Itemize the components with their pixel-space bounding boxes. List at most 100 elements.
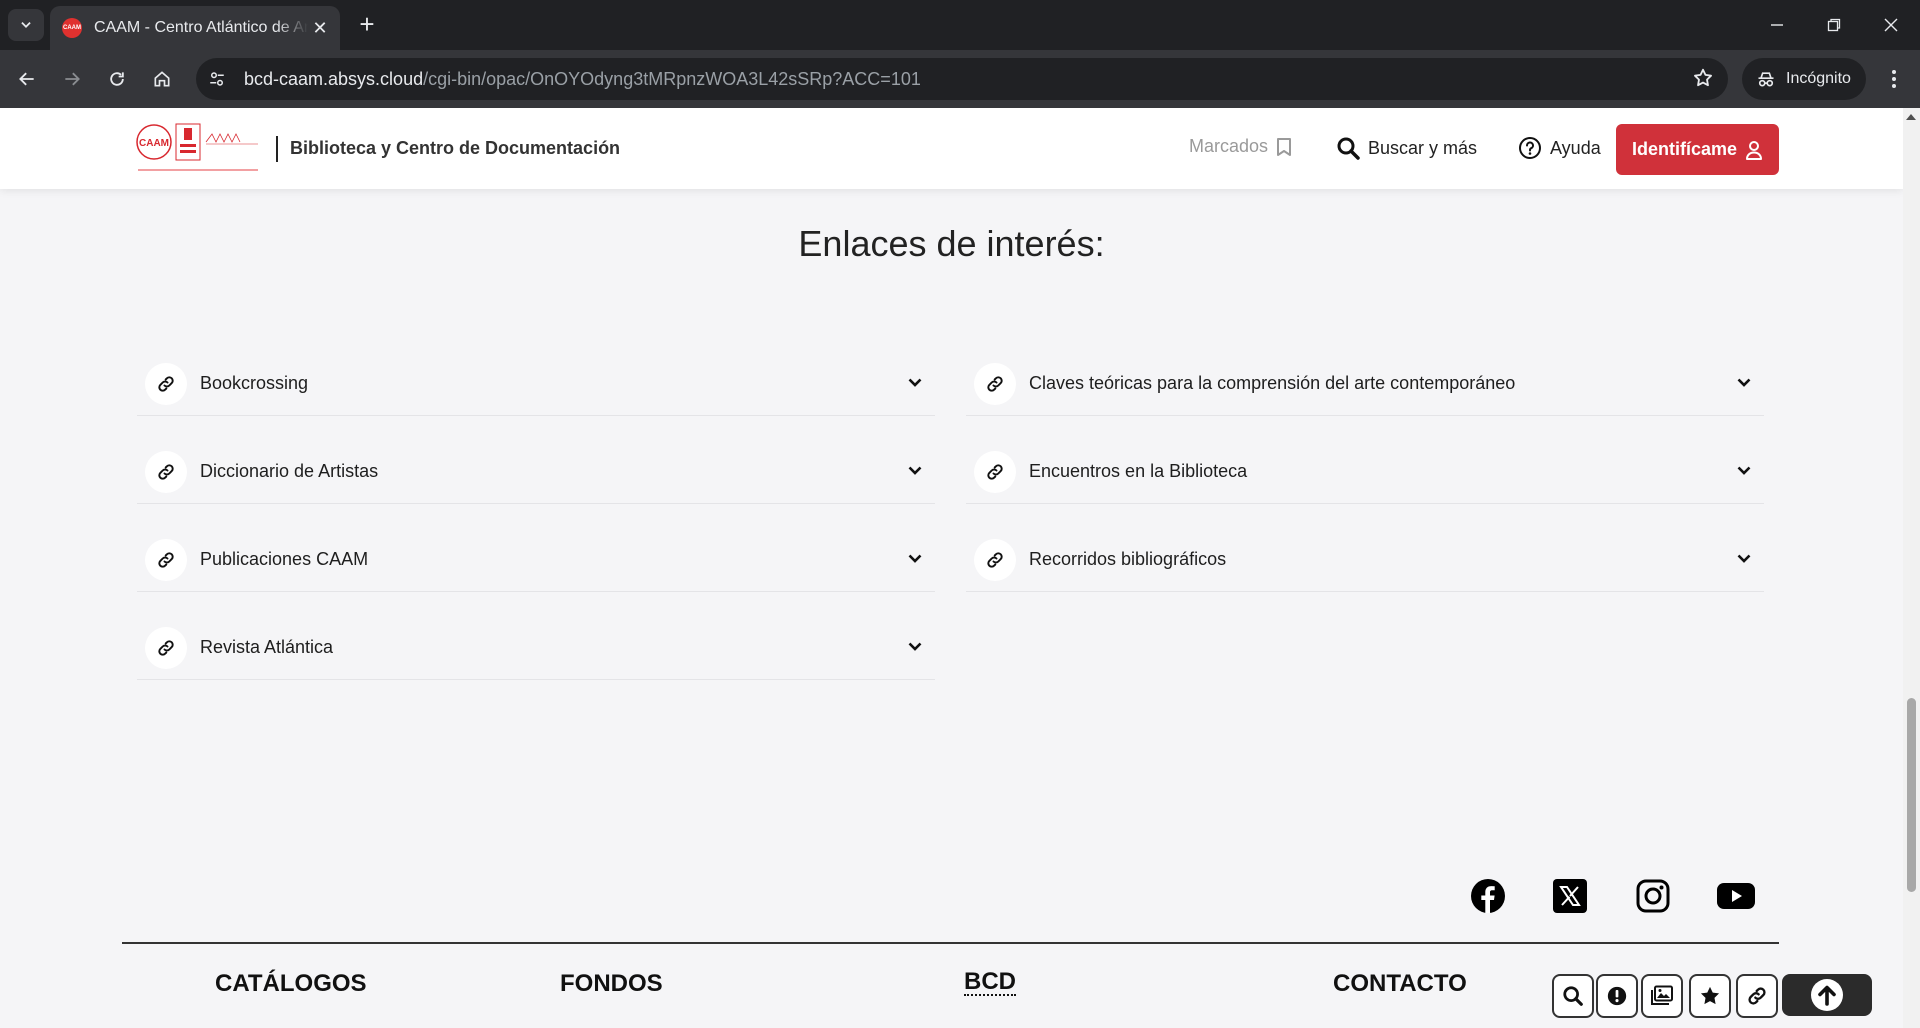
quick-links-button[interactable] (1736, 974, 1778, 1018)
site-title[interactable]: Biblioteca y Centro de Documentación (290, 138, 620, 159)
back-button[interactable] (11, 63, 43, 95)
footer-bcd[interactable]: BCD (964, 970, 1016, 996)
arrow-right-icon (65, 72, 80, 86)
scrollbar-thumb[interactable] (1907, 698, 1916, 892)
more-vert-icon (1892, 70, 1896, 88)
close-icon (1884, 18, 1898, 32)
facebook-icon[interactable] (1468, 876, 1508, 916)
link-icon (145, 450, 187, 493)
site-info-button[interactable] (200, 62, 234, 96)
back-to-top-button[interactable] (1782, 974, 1872, 1016)
minimize-icon (1771, 24, 1783, 26)
quick-favorites-button[interactable] (1689, 974, 1731, 1018)
quick-alert-button[interactable] (1596, 974, 1638, 1018)
url-path: /cgi-bin/opac/OnOYOdyng3tMRpnzWOA3L42sSR… (423, 68, 921, 89)
caam-logo[interactable]: CAAM (136, 122, 260, 176)
forward-button[interactable] (56, 63, 88, 95)
footer-divider (122, 942, 1779, 944)
link-icon (145, 362, 187, 405)
chevron-down-icon (21, 22, 31, 28)
star-outline-icon (1694, 68, 1712, 87)
footer-catalogos[interactable]: CATÁLOGOS (215, 970, 367, 998)
arrow-left-icon (19, 72, 34, 86)
marcados-link[interactable]: Marcados (1189, 136, 1292, 157)
link-icon (974, 450, 1016, 493)
login-button[interactable]: Identifícame (1616, 124, 1779, 175)
page-scrollbar[interactable] (1903, 108, 1920, 1028)
tab-search-button[interactable] (8, 9, 44, 41)
browser-menu-button[interactable] (1878, 63, 1910, 95)
search-icon (1563, 986, 1583, 1006)
address-bar[interactable]: bcd-caam.absys.cloud/cgi-bin/opac/OnOYOd… (196, 58, 1728, 100)
browser-tab-bar: CAAM CAAM - Centro Atlántico de Arte Mod… (0, 0, 1920, 50)
tab-title: CAAM - Centro Atlántico de Arte Moderno (94, 19, 308, 36)
reload-button[interactable] (101, 63, 133, 95)
link-label: Revista Atlántica (200, 637, 334, 657)
chevron-down-icon[interactable] (907, 462, 923, 478)
link-item-encuentros-en-la-biblioteca[interactable]: Encuentros en la Biblioteca (966, 440, 1764, 504)
home-icon (154, 71, 170, 87)
section-title: Enlaces de interés: (798, 223, 1105, 264)
ayuda-link[interactable]: Ayuda (1518, 136, 1601, 160)
link-icon (974, 538, 1016, 581)
link-label: Publicaciones CAAM (200, 549, 369, 569)
chevron-down-icon[interactable] (1736, 462, 1752, 478)
chevron-down-icon[interactable] (907, 374, 923, 390)
link-item-claves-teoricas[interactable]: Claves teóricas para la comprensión del … (966, 352, 1764, 416)
footer-fondos[interactable]: FONDOS (560, 970, 663, 998)
incognito-indicator[interactable]: Incógnito (1742, 58, 1866, 100)
browser-tab[interactable]: CAAM CAAM - Centro Atlántico de Arte Mod… (50, 6, 340, 50)
scroll-up-arrow-icon[interactable] (1906, 114, 1916, 120)
arrow-up-circle-icon (1811, 979, 1843, 1011)
link-item-diccionario-de-artistas[interactable]: Diccionario de Artistas (137, 440, 935, 504)
quick-gallery-button[interactable] (1641, 974, 1683, 1018)
minimize-button[interactable] (1748, 0, 1806, 50)
link-label: Diccionario de Artistas (200, 461, 379, 481)
youtube-icon[interactable] (1716, 876, 1756, 916)
alert-icon (1607, 986, 1627, 1006)
x-twitter-icon[interactable] (1550, 876, 1590, 916)
user-icon (1745, 140, 1763, 160)
restore-icon (1827, 18, 1841, 32)
new-tab-button[interactable]: + (352, 10, 382, 40)
page-viewport: CAAM Biblioteca y Centro de Documentació… (0, 108, 1920, 1028)
chevron-down-icon[interactable] (1736, 550, 1752, 566)
link-icon (145, 538, 187, 581)
link-item-publicaciones-caam[interactable]: Publicaciones CAAM (137, 528, 935, 592)
ayuda-label: Ayuda (1550, 137, 1601, 158)
chevron-down-icon[interactable] (907, 550, 923, 566)
quick-search-button[interactable] (1552, 974, 1594, 1018)
incognito-label: Incógnito (1786, 70, 1851, 87)
search-icon (1336, 136, 1360, 160)
link-icon (974, 362, 1016, 405)
link-label: Encuentros en la Biblioteca (1029, 461, 1248, 481)
login-label: Identifícame (1631, 139, 1738, 159)
tab-close-icon[interactable]: ✕ (310, 18, 330, 39)
footer-contacto[interactable]: CONTACTO (1333, 970, 1467, 998)
link-label: Bookcrossing (200, 373, 309, 393)
home-button[interactable] (146, 63, 178, 95)
url-text: bcd-caam.absys.cloud/cgi-bin/opac/OnOYOd… (244, 69, 921, 90)
link-label: Claves teóricas para la comprensión del … (1029, 373, 1516, 393)
marcados-label: Marcados (1189, 136, 1269, 156)
bookmark-icon (1276, 137, 1292, 157)
link-item-revista-atlantica[interactable]: Revista Atlántica (137, 616, 935, 680)
chevron-down-icon[interactable] (907, 638, 923, 654)
buscar-link[interactable]: Buscar y más (1336, 136, 1477, 160)
incognito-icon (1758, 72, 1774, 87)
caam-favicon-icon: CAAM (62, 18, 82, 38)
link-item-recorridos-bibliograficos[interactable]: Recorridos bibliográficos (966, 528, 1764, 592)
site-header: CAAM Biblioteca y Centro de Documentació… (0, 108, 1903, 189)
close-window-button[interactable] (1862, 0, 1920, 50)
gallery-icon (1651, 985, 1673, 1005)
instagram-icon[interactable] (1633, 876, 1673, 916)
help-circle-icon (1518, 136, 1542, 160)
bookmark-star-button[interactable] (1692, 67, 1714, 94)
restore-button[interactable] (1805, 0, 1863, 50)
browser-toolbar: bcd-caam.absys.cloud/cgi-bin/opac/OnOYOd… (0, 50, 1920, 108)
link-item-bookcrossing[interactable]: Bookcrossing (137, 352, 935, 416)
url-host: bcd-caam.absys.cloud (244, 68, 424, 89)
link-icon (145, 626, 187, 669)
chevron-down-icon[interactable] (1736, 374, 1752, 390)
buscar-label: Buscar y más (1368, 137, 1478, 158)
